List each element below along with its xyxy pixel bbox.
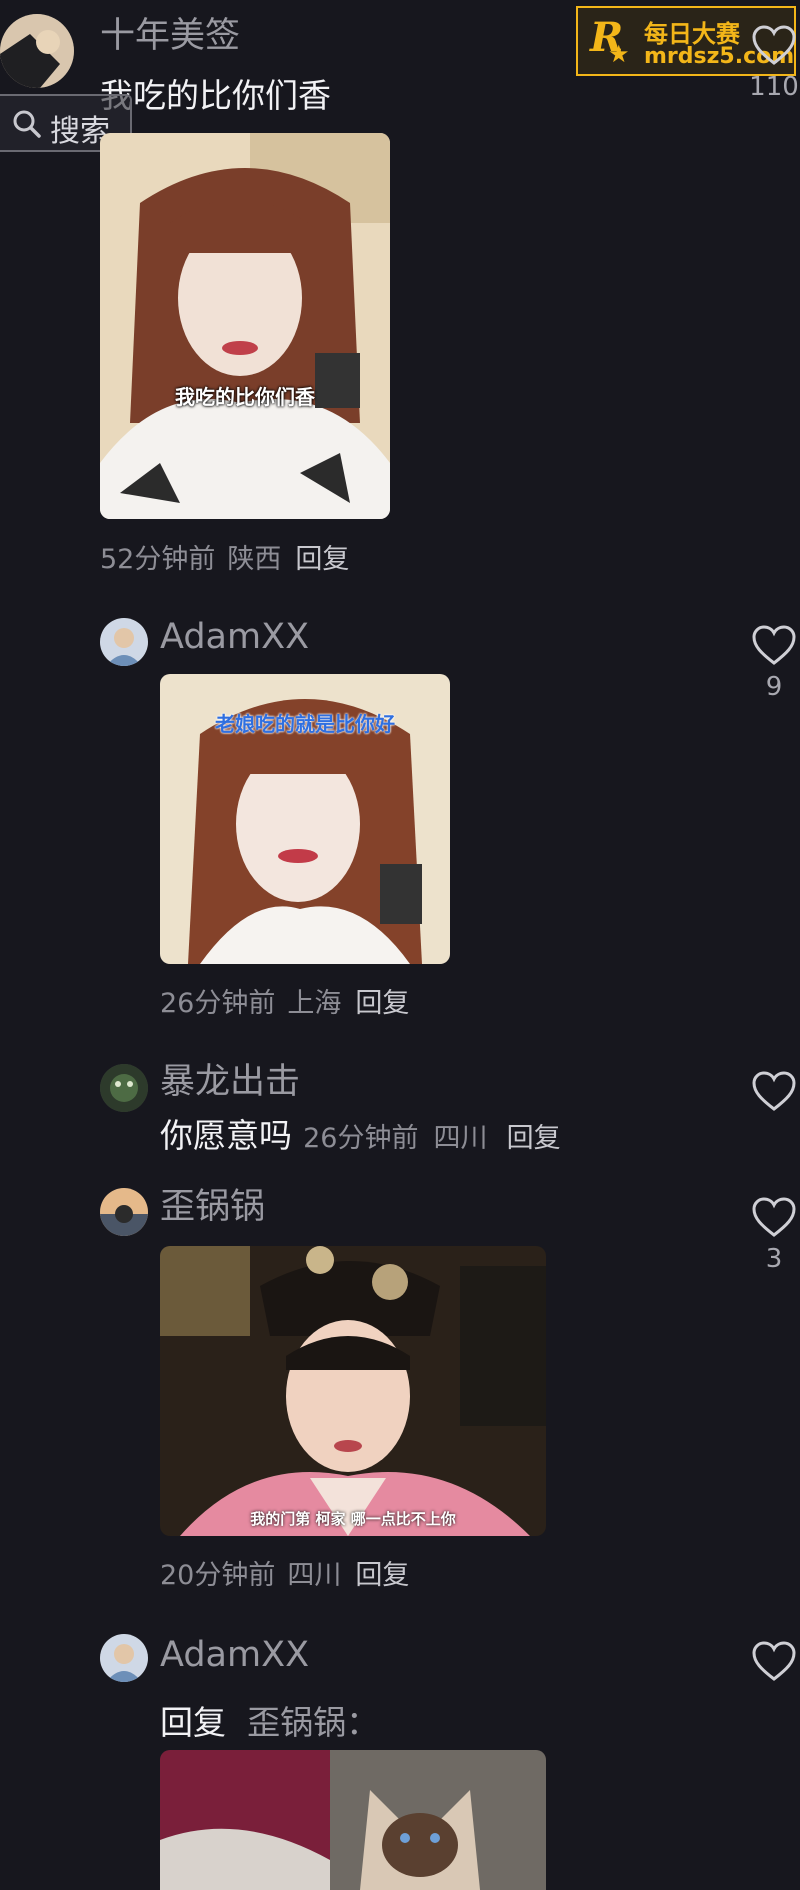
heart-icon bbox=[752, 25, 796, 65]
comment-image[interactable]: 我的门第 柯家 哪一点比不上你 bbox=[160, 1246, 546, 1536]
reply-prefix: 回复 bbox=[160, 1703, 226, 1742]
comment-image[interactable] bbox=[160, 1750, 546, 1890]
heart-icon bbox=[752, 1071, 796, 1111]
like-button[interactable]: 110 bbox=[744, 24, 800, 102]
comment-time: 26分钟前 bbox=[303, 1123, 419, 1154]
comment-username[interactable]: AdamXX bbox=[160, 617, 309, 657]
star-icon: ★ bbox=[608, 40, 630, 68]
comment-location: 上海 bbox=[287, 988, 342, 1019]
comment-username[interactable]: 十年美签 bbox=[100, 16, 240, 56]
avatar[interactable] bbox=[100, 1634, 148, 1682]
reply-target-username[interactable]: 歪锅锅： bbox=[247, 1703, 379, 1742]
comment-image[interactable]: 我吃的比你们香 bbox=[100, 133, 390, 519]
comment-meta: 52分钟前 陕西 回复 bbox=[100, 544, 349, 576]
comment-username[interactable]: 歪锅锅 bbox=[160, 1187, 265, 1227]
comment-location: 四川 bbox=[287, 1560, 342, 1591]
search-icon bbox=[13, 110, 41, 138]
like-button[interactable]: 3 bbox=[744, 1196, 800, 1274]
comment-username[interactable]: AdamXX bbox=[160, 1635, 309, 1675]
like-button[interactable] bbox=[744, 1070, 800, 1112]
comment-username[interactable]: 暴龙出击 bbox=[160, 1062, 300, 1102]
reply-context: 回复 歪锅锅： bbox=[160, 1696, 379, 1744]
comment-body: 你愿意吗 26分钟前 四川 回复 bbox=[160, 1116, 561, 1156]
comment-meta: 26分钟前 上海 回复 bbox=[160, 988, 409, 1020]
reply-button[interactable]: 回复 bbox=[295, 544, 349, 575]
comment-time: 26分钟前 bbox=[160, 988, 276, 1019]
heart-icon bbox=[752, 1641, 796, 1681]
like-count: 110 bbox=[749, 72, 799, 102]
heart-icon bbox=[752, 1197, 796, 1237]
reply-button[interactable]: 回复 bbox=[355, 1560, 409, 1591]
reply-button[interactable]: 回复 bbox=[507, 1123, 561, 1154]
comment-location: 陕西 bbox=[227, 544, 282, 575]
avatar[interactable] bbox=[0, 14, 74, 88]
like-button[interactable] bbox=[744, 1640, 800, 1682]
like-button[interactable]: 9 bbox=[744, 624, 800, 702]
comment-text: 你愿意吗 bbox=[160, 1116, 292, 1155]
image-caption: 老娘吃的就是比你好 bbox=[215, 712, 395, 736]
avatar[interactable] bbox=[100, 1064, 148, 1112]
reply-button[interactable]: 回复 bbox=[355, 988, 409, 1019]
like-count: 3 bbox=[765, 1244, 783, 1274]
avatar[interactable] bbox=[100, 1188, 148, 1236]
comment-image[interactable]: 老娘吃的就是比你好 bbox=[160, 674, 450, 964]
like-count: 9 bbox=[765, 672, 783, 702]
watermark-logo: R ★ bbox=[586, 14, 636, 70]
comment-time: 52分钟前 bbox=[100, 544, 216, 575]
comment-time: 20分钟前 bbox=[160, 1560, 276, 1591]
image-caption: 我的门第 柯家 哪一点比不上你 bbox=[250, 1510, 456, 1528]
comment-location: 四川 bbox=[433, 1123, 488, 1154]
image-caption: 我吃的比你们香 bbox=[175, 385, 315, 409]
comment-text: 我吃的比你们香 bbox=[100, 76, 331, 115]
heart-icon bbox=[752, 625, 796, 665]
comment-meta: 20分钟前 四川 回复 bbox=[160, 1560, 409, 1592]
avatar[interactable] bbox=[100, 618, 148, 666]
